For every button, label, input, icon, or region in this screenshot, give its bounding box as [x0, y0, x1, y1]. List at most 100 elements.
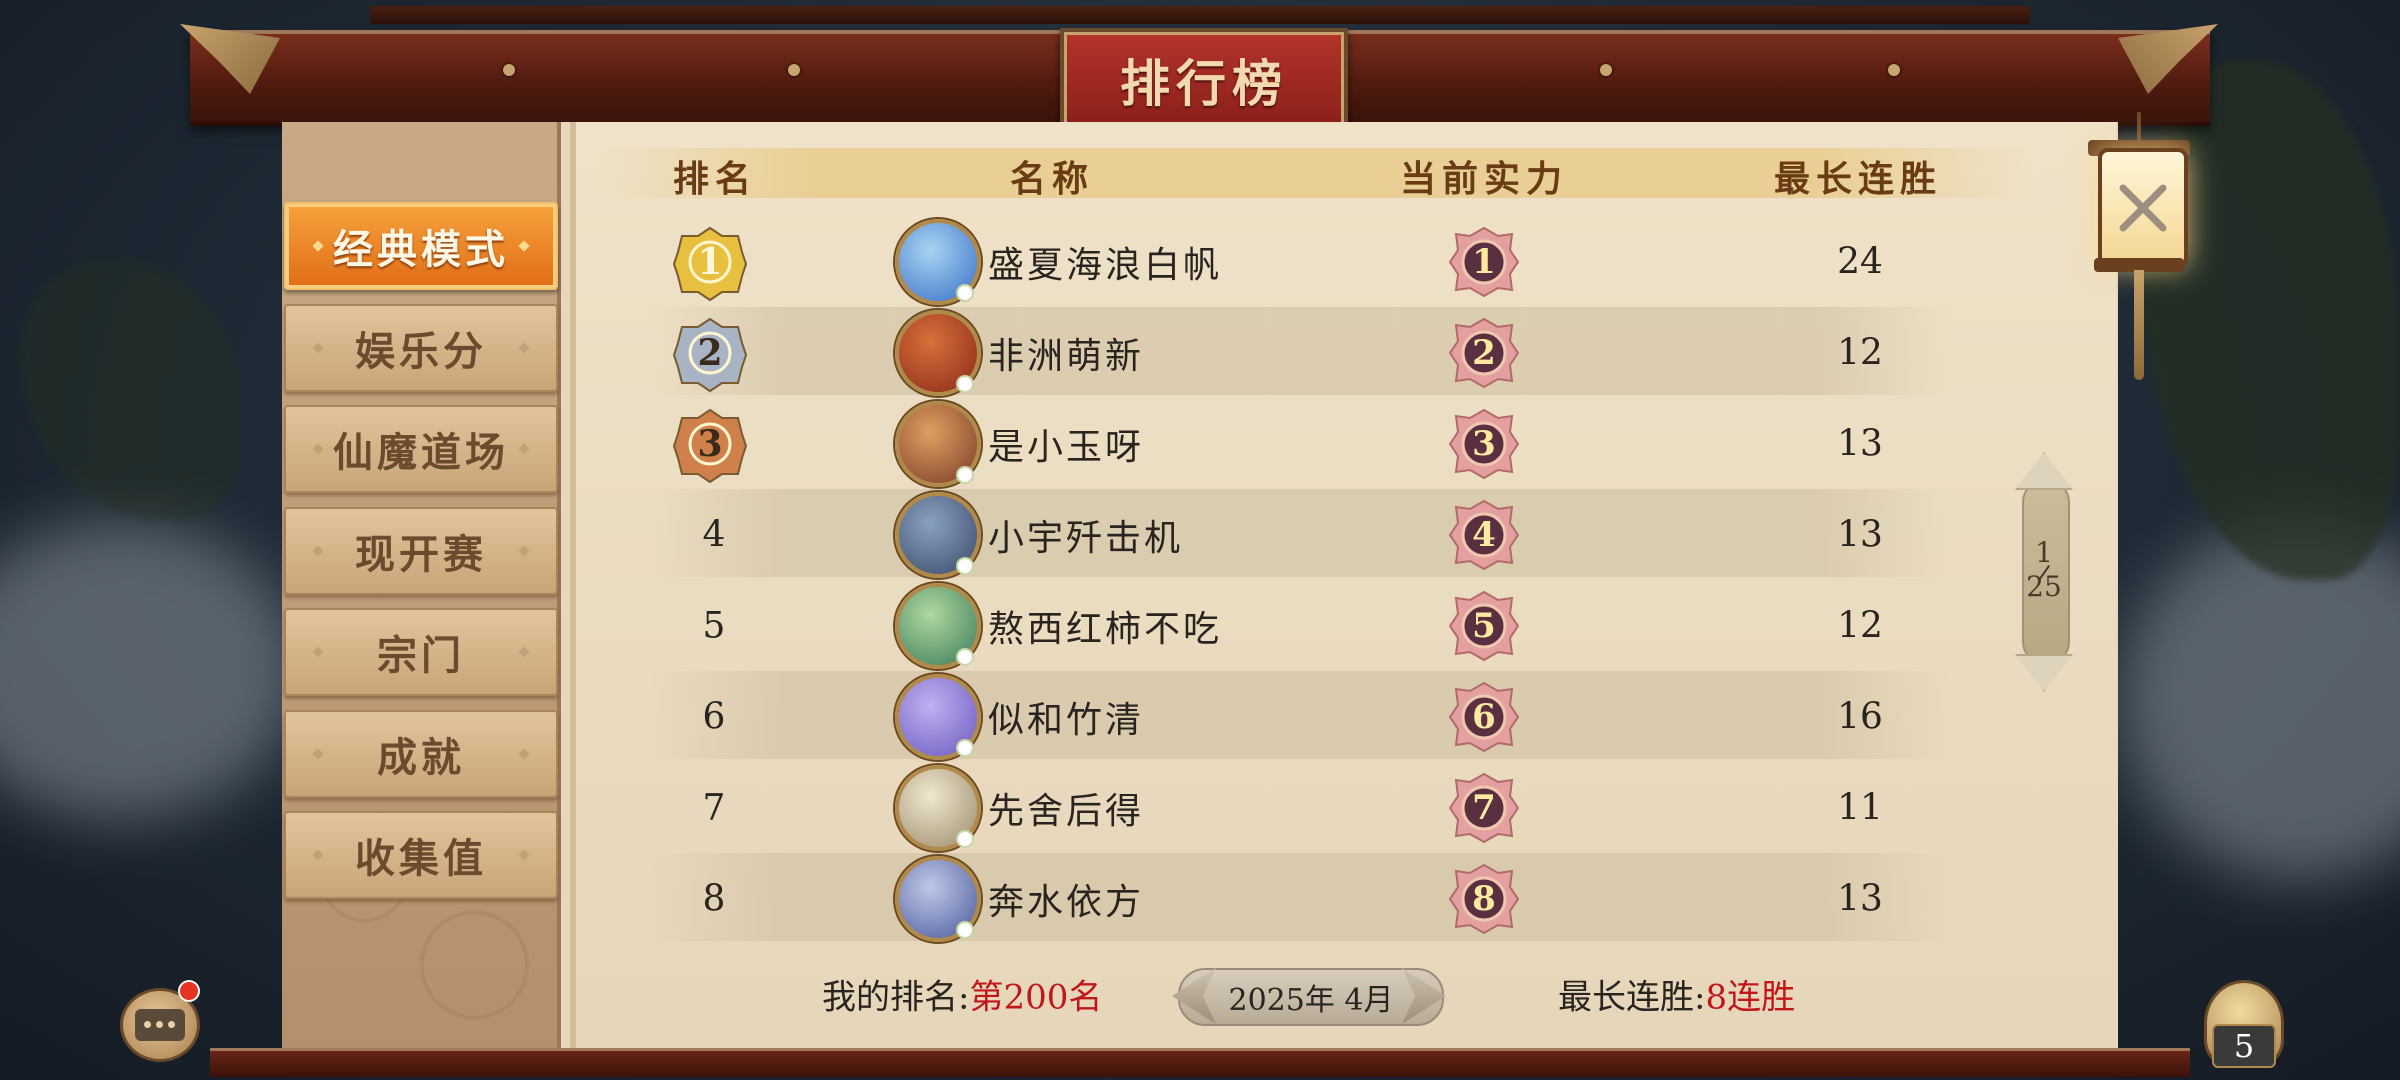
rank-number: 6 [702, 696, 726, 737]
my-rank: 我的排名:第200名 [822, 970, 1102, 1019]
close-button[interactable] [2098, 148, 2188, 268]
longest-streak: 11 [1837, 787, 1883, 828]
page-title: 排行榜 [1120, 53, 1288, 113]
table-row[interactable] [650, 671, 1950, 759]
rank-number: 7 [702, 787, 726, 828]
current-page: 1 [2035, 536, 2053, 569]
rank-number: 4 [702, 514, 726, 555]
avatar-flower-icon [958, 376, 972, 391]
tab-ornament [518, 443, 530, 455]
best-streak-value: 8连胜 [1705, 977, 1796, 1018]
tab-label: 宗门 [377, 632, 465, 679]
pavilion-silhouette [20, 260, 240, 520]
tab-label: 经典模式 [333, 226, 509, 273]
tab-collection[interactable]: 收集值 [284, 811, 558, 899]
player-name: 先舍后得 [988, 790, 1145, 832]
avatar-flower-icon [958, 467, 972, 482]
table-row[interactable] [650, 853, 1950, 941]
tab-label: 现开赛 [355, 531, 487, 578]
tab-ornament [518, 748, 530, 760]
tab-achievement[interactable]: 成就 [284, 710, 558, 798]
power-value: 6 [1472, 696, 1496, 737]
tab-ornament [312, 443, 324, 455]
header-streak: 最长连胜 [1773, 158, 1943, 200]
chat-dot [168, 1021, 175, 1028]
month-label: 2025年 4月 [1228, 983, 1394, 1018]
notification-dot [180, 982, 198, 1000]
longest-streak: 12 [1837, 605, 1883, 646]
mist [2120, 520, 2400, 880]
header-rank: 排名 [672, 158, 758, 200]
tab-sect[interactable]: 宗门 [284, 608, 558, 696]
table-row[interactable] [650, 580, 1950, 668]
player-name: 非洲萌新 [988, 335, 1145, 377]
mist [0, 520, 300, 820]
tab-ornament [518, 342, 530, 354]
longest-streak: 16 [1837, 696, 1883, 737]
longest-streak: 13 [1837, 878, 1883, 919]
longest-streak: 13 [1837, 423, 1883, 464]
tab-entertainment[interactable]: 娱乐分 [284, 304, 558, 392]
nail [1888, 64, 1900, 76]
tab-ornament [312, 342, 324, 354]
table-row[interactable] [650, 489, 1950, 577]
sidebar-pattern [282, 762, 557, 1052]
tab-open-match[interactable]: 现开赛 [284, 507, 558, 595]
tab-label: 成就 [377, 734, 465, 781]
rank-number: 8 [702, 878, 726, 919]
rank-number: 3 [697, 422, 723, 465]
best-streak: 最长连胜:8连胜 [1558, 970, 1795, 1019]
longest-streak: 13 [1837, 514, 1883, 555]
tab-ornament [312, 849, 324, 861]
avatar-flower-icon [958, 558, 972, 573]
power-value: 3 [1472, 423, 1496, 464]
best-streak-label: 最长连胜: [1558, 977, 1706, 1018]
my-rank-label: 我的排名: [822, 977, 970, 1018]
pouch-count: 5 [2212, 1024, 2276, 1068]
avatar-flower-icon [958, 922, 972, 937]
tab-ornament [312, 240, 324, 252]
avatar-flower-icon [958, 831, 972, 846]
tab-label: 收集值 [355, 835, 487, 882]
chat-icon [135, 1009, 185, 1041]
tab-classic-mode[interactable]: 经典模式 [284, 202, 558, 290]
power-value: 2 [1472, 332, 1496, 373]
tab-ornament [312, 748, 324, 760]
tab-label: 仙魔道场 [333, 429, 509, 476]
player-name: 似和竹清 [988, 699, 1145, 741]
player-name: 熬西红柿不吃 [988, 608, 1223, 650]
player-name: 小宇歼击机 [988, 517, 1184, 559]
power-value: 1 [1472, 241, 1496, 282]
tab-ornament [312, 545, 324, 557]
month-selector[interactable]: 2025年 4月 [1178, 968, 1444, 1026]
power-value: 8 [1472, 878, 1496, 919]
table-row[interactable] [650, 307, 1950, 395]
table-row[interactable] [650, 762, 1950, 850]
nail [788, 64, 800, 76]
rank-number: 2 [697, 331, 723, 374]
close-icon [2119, 184, 2167, 232]
total-pages: 25 [2026, 570, 2062, 603]
cliff [2140, 60, 2400, 580]
top-beam [370, 6, 2030, 24]
nail [503, 64, 515, 76]
table-row[interactable] [650, 398, 1950, 486]
header-power: 当前实力 [1399, 158, 1569, 200]
tab-immortal-demon-arena[interactable]: 仙魔道场 [284, 405, 558, 493]
avatar-flower-icon [958, 285, 972, 300]
header-name: 名称 [1009, 158, 1095, 200]
tab-ornament [518, 646, 530, 658]
tab-ornament [518, 240, 530, 252]
chat-dot [144, 1021, 151, 1028]
longest-streak: 12 [1837, 332, 1883, 373]
tab-label: 娱乐分 [355, 328, 487, 375]
table-row[interactable] [650, 216, 1950, 304]
tab-ornament [518, 849, 530, 861]
player-name: 盛夏海浪白帆 [988, 244, 1223, 286]
longest-streak: 24 [1837, 241, 1883, 282]
rank-number: 1 [697, 240, 723, 283]
bottom-beam [210, 1048, 2190, 1077]
tab-ornament [518, 545, 530, 557]
tab-ornament [312, 646, 324, 658]
my-rank-value: 第200名 [969, 977, 1103, 1018]
